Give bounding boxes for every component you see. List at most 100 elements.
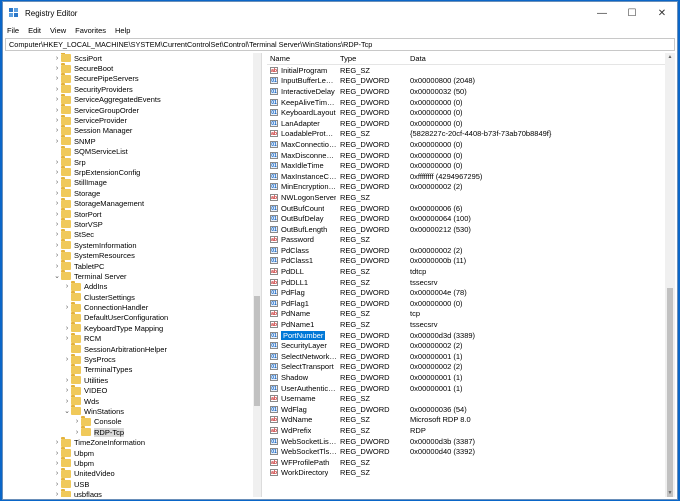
tree-item[interactable]: › Storage [5,187,261,198]
expand-chevron-icon[interactable]: ⌄ [53,272,61,280]
close-button[interactable]: ✕ [647,2,677,24]
value-row[interactable]: 01 PortNumber REG_DWORD 0x00000d3d (3389) [267,330,675,341]
value-row[interactable]: 01 PdClass1 REG_DWORD 0x0000000b (11) [267,256,675,267]
tree-item[interactable]: › TimeZoneInformation [5,436,261,447]
tree-item[interactable]: › ServiceProvider [5,114,261,125]
value-row[interactable]: ab PdName REG_SZ tcp [267,309,675,320]
expand-chevron-icon[interactable]: › [53,86,61,93]
value-row[interactable]: 01 MaxDisconnecti... REG_DWORD 0x00000000 (… [267,150,675,161]
menu-favorites[interactable]: Favorites [75,26,106,35]
value-row[interactable]: 01 OutBufCount REG_DWORD 0x00000006 (6) [267,203,675,214]
tree-item[interactable]: › TabletPC [5,260,261,271]
tree-item[interactable]: › AddIns [5,280,261,292]
tree-item[interactable]: › SystemResources [5,249,261,260]
key-tree-pane[interactable]: › ScsiPort › SecureBoot › SecurePipeServers › S… [5,53,262,497]
expand-chevron-icon[interactable]: › [63,387,71,394]
maximize-button[interactable]: ☐ [617,2,647,24]
tree-item[interactable]: › SrpExtensionConfig [5,166,261,177]
tree-item[interactable]: › RCM [5,332,261,344]
value-row[interactable]: ab PdDLL1 REG_SZ tssecsrv [267,277,675,288]
tree-item[interactable]: › StillImage [5,176,261,188]
value-row[interactable]: 01 SelectTransport REG_DWORD 0x00000002 (2) [267,362,675,373]
column-header-name[interactable]: Name [267,54,337,63]
menu-file[interactable]: File [7,26,19,35]
tree-item[interactable]: SQMServiceList [5,145,261,157]
expand-chevron-icon[interactable]: › [53,252,61,259]
menu-help[interactable]: Help [115,26,130,35]
column-header-type[interactable]: Type [337,54,407,63]
tree-item[interactable]: › SystemInformation [5,239,261,250]
value-row[interactable]: 01 PdFlag1 REG_DWORD 0x00000000 (0) [267,298,675,309]
tree-item[interactable]: › Utilities [5,374,261,385]
value-row[interactable]: 01 PdClass REG_DWORD 0x00000002 (2) [267,245,675,256]
tree-item[interactable]: › VIDEO [5,384,261,396]
tree-item[interactable]: › usbflags [5,488,261,497]
expand-chevron-icon[interactable]: › [53,450,61,457]
expand-chevron-icon[interactable]: › [53,460,61,467]
tree-item[interactable]: › RDP-Tcp [5,426,261,437]
expand-chevron-icon[interactable]: › [53,107,61,114]
expand-chevron-icon[interactable]: › [53,481,61,488]
value-row[interactable]: ab WorkDirectory REG_SZ [267,468,675,479]
value-row[interactable]: ab WFProfilePath REG_SZ [267,457,675,468]
expand-chevron-icon[interactable]: › [53,211,61,218]
expand-chevron-icon[interactable]: › [63,283,71,290]
tree-item[interactable]: TerminalTypes [5,363,261,375]
tree-item[interactable]: › SecureBoot [5,62,261,73]
expand-chevron-icon[interactable]: › [63,304,71,311]
expand-chevron-icon[interactable]: › [53,179,61,186]
expand-chevron-icon[interactable]: › [53,169,61,176]
value-row[interactable]: 01 OutBufDelay REG_DWORD 0x00000064 (100) [267,213,675,224]
tree-item[interactable]: › Wds [5,395,261,406]
value-row[interactable]: 01 WdFlag REG_DWORD 0x00000036 (54) [267,404,675,415]
value-row[interactable]: 01 Shadow REG_DWORD 0x00000001 (1) [267,372,675,383]
value-row[interactable]: ab Password REG_SZ [267,235,675,246]
expand-chevron-icon[interactable]: › [53,65,61,72]
expand-chevron-icon[interactable]: › [53,127,61,134]
value-row[interactable]: 01 SecurityLayer REG_DWORD 0x00000002 (2) [267,340,675,351]
tree-item[interactable]: › Srp [5,156,261,167]
expand-chevron-icon[interactable]: › [73,429,81,436]
tree-item[interactable]: › Console [5,415,261,427]
expand-chevron-icon[interactable]: › [53,470,61,477]
expand-chevron-icon[interactable]: › [53,439,61,446]
tree-item[interactable]: › UnitedVideo [5,467,261,479]
expand-chevron-icon[interactable]: › [73,418,81,425]
tree-item[interactable]: › USB [5,478,261,489]
value-row[interactable]: 01 KeepAliveTimeout REG_DWORD 0x00000000 (0… [267,97,675,108]
tree-item[interactable]: › StSec [5,228,261,240]
value-row[interactable]: 01 SelectNetworkD... REG_DWORD 0x00000001 (… [267,351,675,362]
expand-chevron-icon[interactable]: › [63,377,71,384]
tree-item[interactable]: › SecurePipeServers [5,72,261,84]
tree-item[interactable]: ⌄ WinStations [5,405,261,416]
value-row[interactable]: ab NWLogonServer REG_SZ [267,192,675,203]
tree-item[interactable]: ClusterSettings [5,291,261,302]
values-list-pane[interactable]: Name Type Data ab InitialProgram REG_SZ 01 I… [267,53,675,497]
expand-chevron-icon[interactable]: › [53,117,61,124]
scroll-down-icon[interactable]: ▼ [665,490,675,496]
value-row[interactable]: ab InitialProgram REG_SZ [267,65,675,76]
value-row[interactable]: ab WdPrefix REG_SZ RDP [267,425,675,436]
value-row[interactable]: 01 UserAuthenticat... REG_DWORD 0x00000001 … [267,383,675,394]
menu-edit[interactable]: Edit [28,26,41,35]
list-scrollbar-thumb[interactable] [667,288,673,497]
expand-chevron-icon[interactable]: › [53,231,61,238]
expand-chevron-icon[interactable]: › [53,96,61,103]
expand-chevron-icon[interactable]: › [63,398,71,405]
value-row[interactable]: 01 MinEncryptionL... REG_DWORD 0x00000002 (… [267,182,675,193]
value-row[interactable]: 01 OutBufLength REG_DWORD 0x00000212 (530) [267,224,675,235]
list-scrollbar[interactable]: ▲ ▼ [665,53,675,497]
tree-item[interactable]: › StorageManagement [5,197,261,208]
tree-item[interactable]: › ScsiPort [5,53,261,63]
tree-item[interactable]: › SecurityProviders [5,83,261,94]
address-bar[interactable]: Computer\HKEY_LOCAL_MACHINE\SYSTEM\Curre… [5,38,675,51]
value-row[interactable]: 01 InteractiveDelay REG_DWORD 0x00000032 (5… [267,86,675,97]
expand-chevron-icon[interactable]: › [53,75,61,82]
expand-chevron-icon[interactable]: › [63,335,71,342]
tree-item[interactable]: › SysProcs [5,353,261,364]
value-row[interactable]: 01 MaxConnection... REG_DWORD 0x00000000 (0… [267,139,675,150]
tree-item[interactable]: › SNMP [5,135,261,146]
tree-item[interactable]: › ServiceAggregatedEvents [5,93,261,105]
expand-chevron-icon[interactable]: › [53,159,61,166]
tree-item[interactable]: › Ubpm [5,447,261,458]
